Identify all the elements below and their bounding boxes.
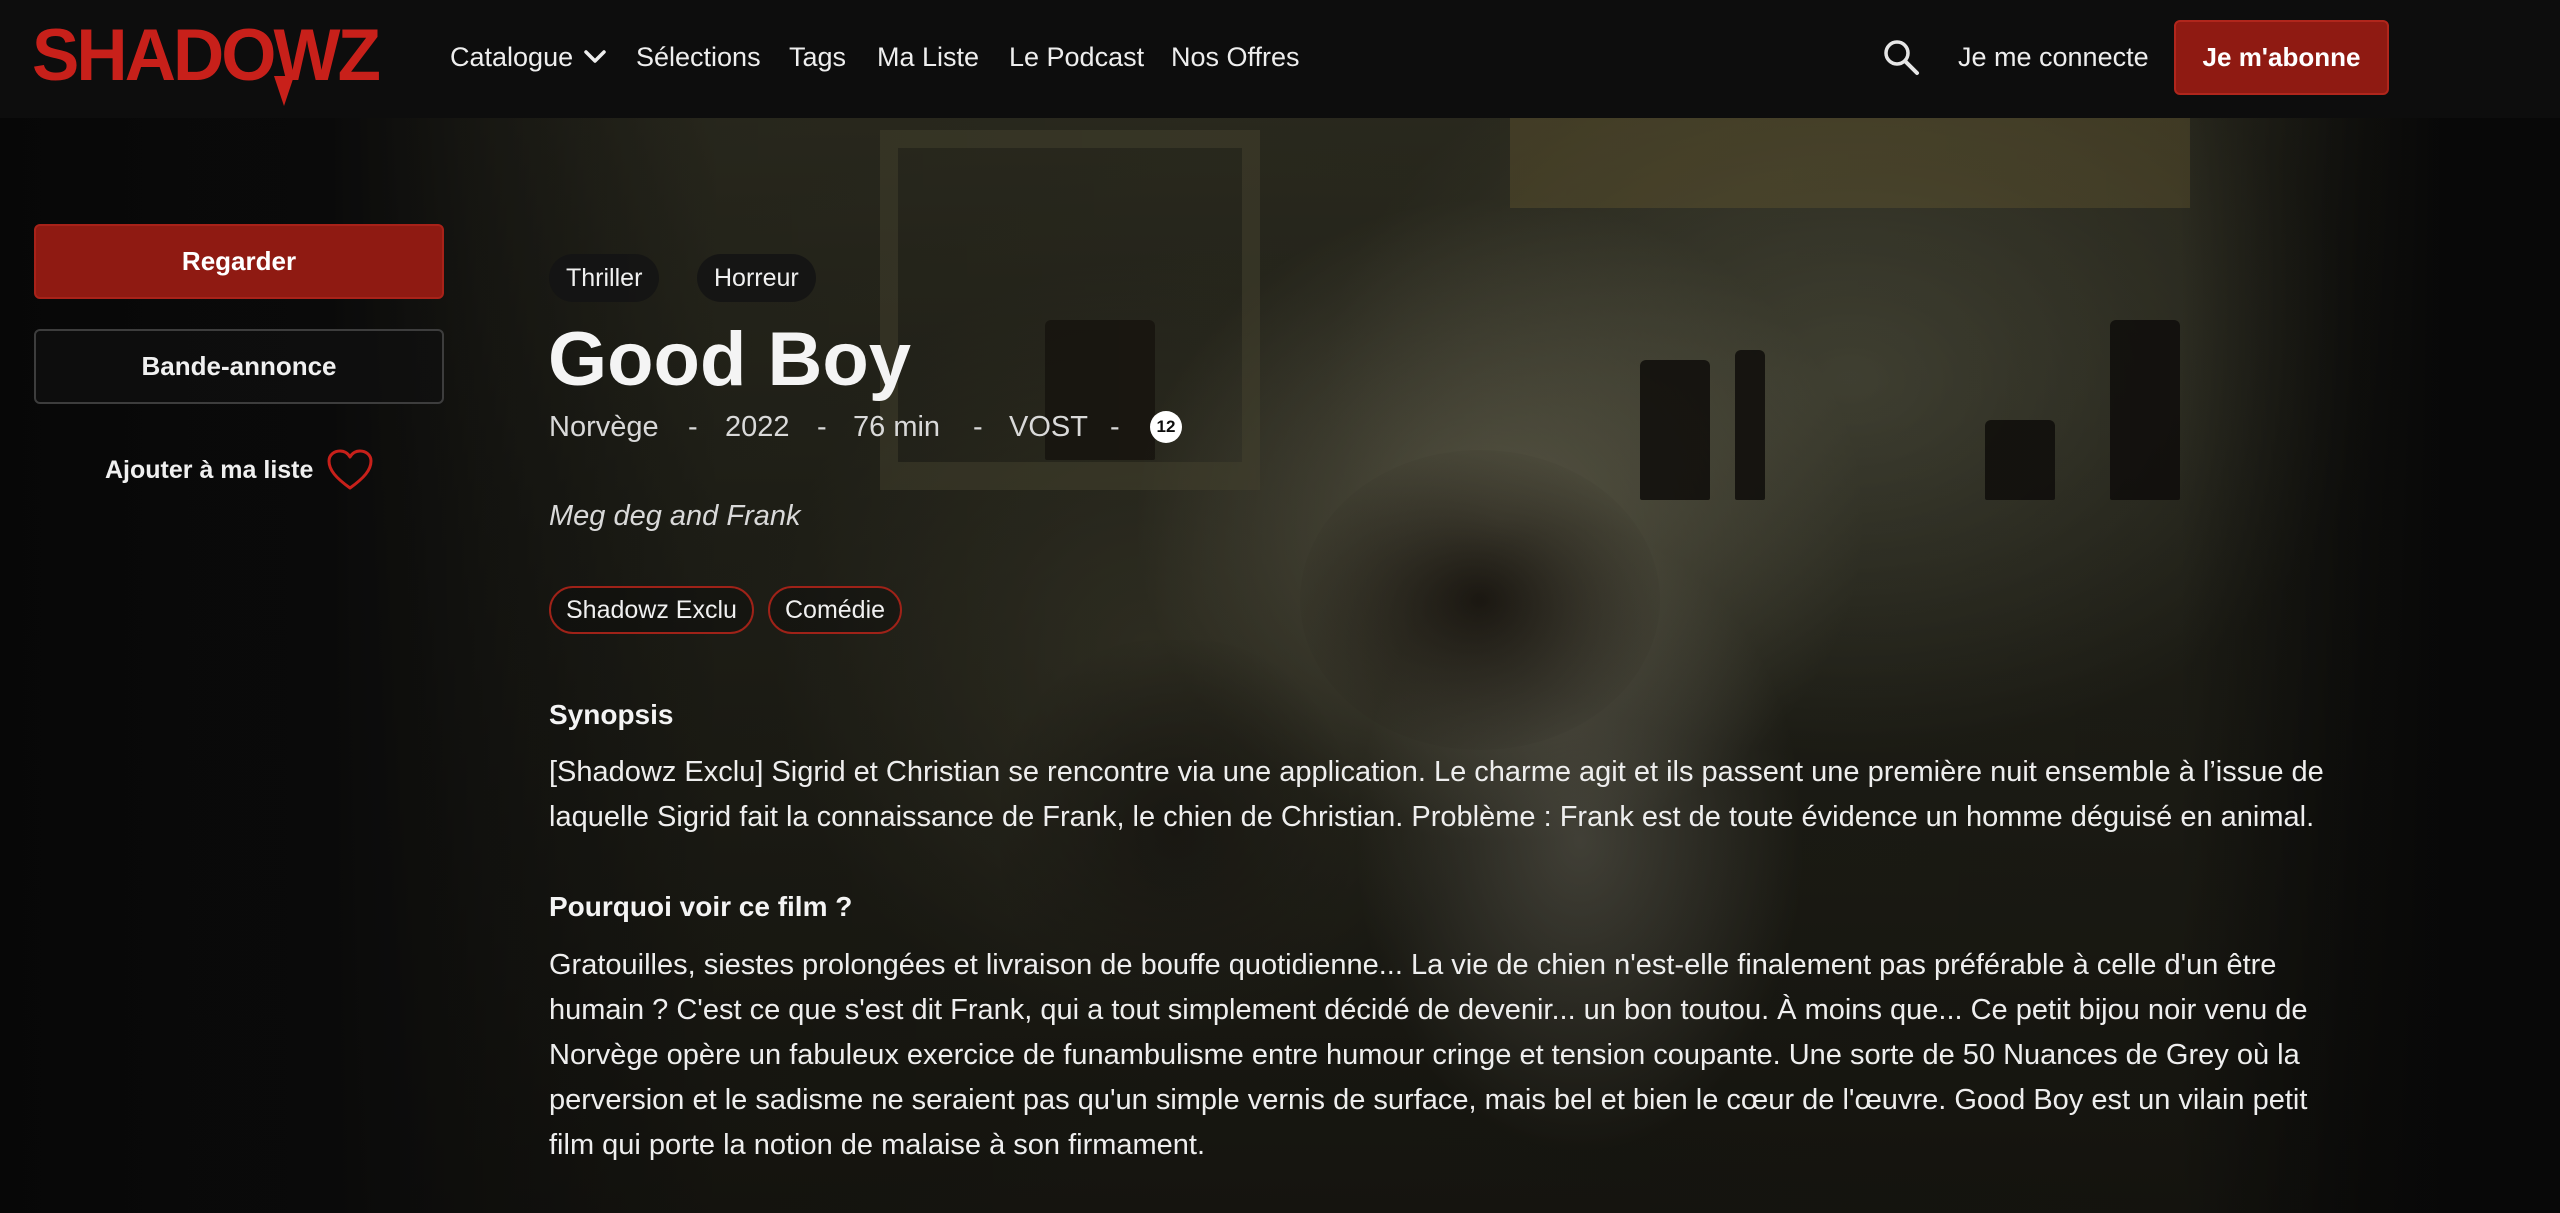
genre-badge[interactable]: Thriller (549, 254, 660, 302)
trailer-button[interactable]: Bande-annonce (34, 329, 444, 404)
subscribe-button[interactable]: Je m'abonne (2174, 20, 2389, 95)
watch-button[interactable]: Regarder (34, 224, 444, 299)
why-watch-text: Gratouilles, siestes prolongées et livra… (549, 943, 2409, 1168)
nav-podcast[interactable]: Le Podcast (1009, 40, 1144, 74)
film-year: 2022 (725, 411, 790, 443)
nav-tags[interactable]: Tags (789, 40, 846, 74)
why-watch-line: Norvège opère un fabuleux exercice de fu… (549, 1039, 2300, 1071)
top-navigation-bar: SHADOWZ Catalogue Sélections Tags Ma Lis… (0, 0, 2560, 118)
film-country: Norvège (549, 411, 659, 443)
meta-separator: - (973, 411, 983, 443)
nav-catalogue[interactable]: Catalogue (450, 40, 573, 74)
tag-badge[interactable]: Comédie (768, 586, 903, 634)
synopsis-text: [Shadowz Exclu] Sigrid et Christian se r… (549, 750, 2409, 840)
heart-icon[interactable] (326, 448, 374, 492)
why-watch-heading: Pourquoi voir ce film ? (549, 891, 853, 922)
meta-separator: - (817, 411, 827, 443)
genre-badge[interactable]: Horreur (697, 254, 816, 302)
nav-offers[interactable]: Nos Offres (1171, 40, 1300, 74)
nav-my-list[interactable]: Ma Liste (877, 40, 979, 74)
why-watch-line: perversion et le sadisme ne seraient pas… (549, 1084, 2308, 1116)
film-duration: 76 min (853, 411, 941, 443)
synopsis-heading: Synopsis (549, 699, 674, 730)
tag-badge[interactable]: Shadowz Exclu (549, 586, 754, 634)
film-tagline: Meg deg and Frank (549, 500, 801, 532)
shadowz-logo[interactable]: SHADOWZ (32, 10, 382, 106)
nav-selections[interactable]: Sélections (636, 40, 761, 74)
why-watch-line: humain ? C'est ce que s'est dit Frank, q… (549, 994, 2308, 1026)
meta-separator: - (1110, 411, 1120, 443)
why-watch-line: Gratouilles, siestes prolongées et livra… (549, 949, 2277, 981)
chevron-down-icon[interactable] (583, 48, 607, 66)
meta-separator: - (688, 411, 698, 443)
login-link[interactable]: Je me connecte (1958, 40, 2149, 74)
synopsis-line: [Shadowz Exclu] Sigrid et Christian se r… (549, 756, 2324, 788)
add-to-list-link[interactable]: Ajouter à ma liste (105, 448, 313, 492)
synopsis-line: laquelle Sigrid fait la connaissance de … (549, 801, 2315, 833)
search-icon[interactable] (1882, 38, 1920, 76)
film-version: VOST (1009, 411, 1088, 443)
film-title: Good Boy (548, 317, 912, 402)
logo-wordmark: SHADOWZ (32, 15, 379, 96)
why-watch-line: film qui porte la notion de malaise à so… (549, 1129, 1206, 1161)
age-rating-badge: 12 (1150, 411, 1182, 443)
